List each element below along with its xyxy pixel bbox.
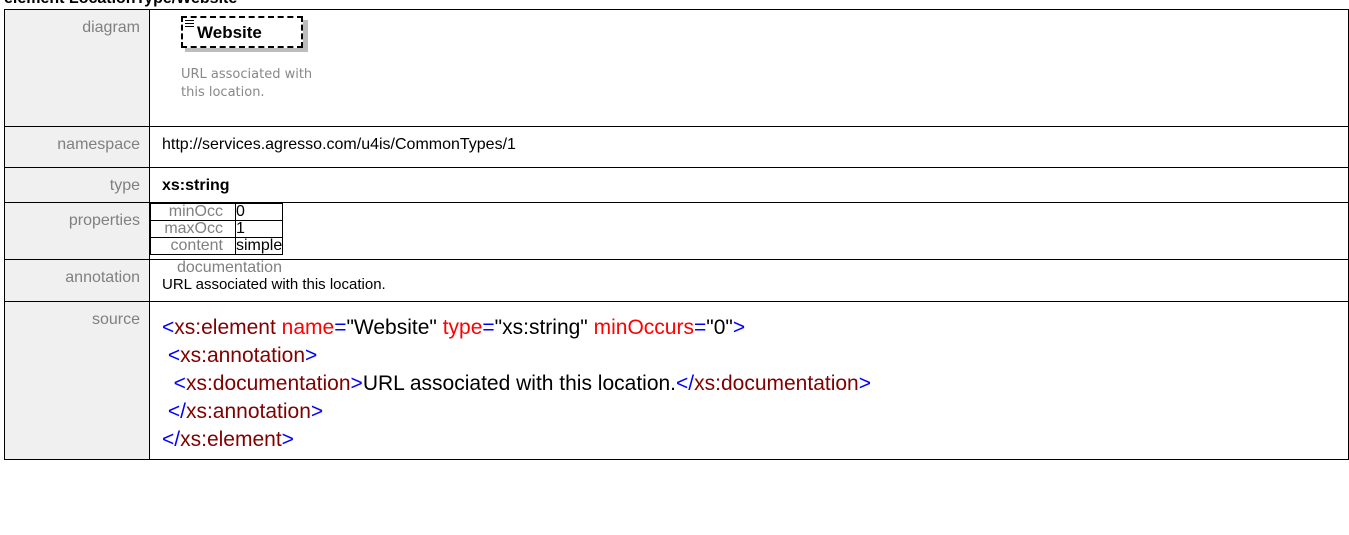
properties-cell: minOcc 0 maxOcc 1 content simple [149, 202, 1349, 260]
source-code: <xs:element name="Website" type="xs:stri… [162, 314, 1348, 454]
diagram-element-box[interactable]: Website [181, 16, 321, 64]
source-token: > [732, 316, 746, 339]
source-line: </xs:element> [162, 426, 1348, 454]
property-row: content simple [150, 237, 284, 255]
source-token: > [310, 400, 324, 423]
property-key: content [150, 237, 236, 255]
annotation-key: documentation [177, 259, 282, 276]
source-token: "Website" [346, 316, 437, 339]
diagram-box: Website [181, 16, 303, 48]
row-label-diagram: diagram [4, 9, 150, 127]
source-token: < [167, 344, 181, 367]
diagram-element-name: Website [197, 23, 262, 42]
source-token: > [858, 372, 872, 395]
property-row: minOcc 0 [150, 203, 284, 221]
source-token: > [350, 372, 363, 395]
page-title: element LocationType/Website [4, 0, 237, 9]
source-token: > [305, 344, 318, 367]
documentation-icon [185, 20, 194, 28]
type-value: xs:string [149, 167, 1349, 203]
row-label-namespace: namespace [4, 126, 150, 168]
row-label-source: source [4, 301, 150, 460]
source-token: URL associated with this location. [362, 372, 677, 395]
properties-table: minOcc 0 maxOcc 1 content simple [150, 203, 284, 255]
source-token: xs:annotation [180, 344, 306, 367]
source-token: xs:documentation [185, 372, 351, 395]
row-diagram: diagram Website URL associated with this… [4, 9, 1349, 127]
row-annotation: annotation documentation URL associated … [4, 259, 1349, 302]
source-token: xs:documentation [694, 372, 859, 395]
source-token: xs:element [180, 428, 282, 451]
property-key: minOcc [150, 203, 236, 221]
source-token: xs:element [174, 316, 276, 339]
source-token: < [173, 372, 186, 395]
source-token: = [693, 316, 707, 339]
property-value: 0 [234, 203, 284, 221]
source-token: = [334, 316, 347, 339]
source-line: </xs:annotation> [162, 398, 1348, 426]
element-doc-table: diagram Website URL associated with this… [4, 9, 1349, 460]
property-value: 1 [234, 220, 284, 238]
diagram-doc-text: URL associated with this location. [181, 67, 313, 100]
namespace-value: http://services.agresso.com/u4is/CommonT… [149, 126, 1349, 168]
diagram-shadow [185, 48, 308, 52]
source-token [162, 372, 174, 395]
source-token: minOccurs [593, 316, 694, 339]
property-key: maxOcc [150, 220, 236, 238]
row-label-properties: properties [4, 202, 150, 260]
source-line: <xs:documentation>URL associated with th… [162, 370, 1348, 398]
row-namespace: namespace http://services.agresso.com/u4… [4, 126, 1349, 168]
source-cell: <xs:element name="Website" type="xs:stri… [149, 301, 1349, 460]
source-token: type [442, 316, 483, 339]
source-token: = [482, 316, 495, 339]
source-token: name [281, 316, 335, 339]
row-type: type xs:string [4, 167, 1349, 203]
row-properties: properties minOcc 0 maxOcc 1 content sim… [4, 202, 1349, 260]
source-token: </ [167, 400, 186, 423]
source-token: </ [676, 372, 695, 395]
source-token: "xs:string" [494, 316, 588, 339]
row-label-annotation: annotation [4, 259, 150, 302]
source-token: "0" [706, 316, 733, 339]
source-token: xs:annotation [185, 400, 311, 423]
row-label-type: type [4, 167, 150, 203]
source-token: > [281, 428, 294, 451]
annotation-value: URL associated with this location. [162, 276, 386, 293]
diagram-cell: Website URL associated with this locatio… [149, 9, 1349, 127]
property-row: maxOcc 1 [150, 220, 284, 238]
source-line: <xs:annotation> [162, 342, 1348, 370]
source-token: </ [162, 428, 181, 451]
annotation-cell: documentation URL associated with this l… [149, 259, 1349, 302]
type-value-text: xs:string [162, 177, 230, 194]
property-value: simple [234, 237, 284, 255]
source-line: <xs:element name="Website" type="xs:stri… [162, 314, 1348, 342]
source-token: < [162, 316, 175, 339]
row-source: source <xs:element name="Website" type="… [4, 301, 1349, 460]
